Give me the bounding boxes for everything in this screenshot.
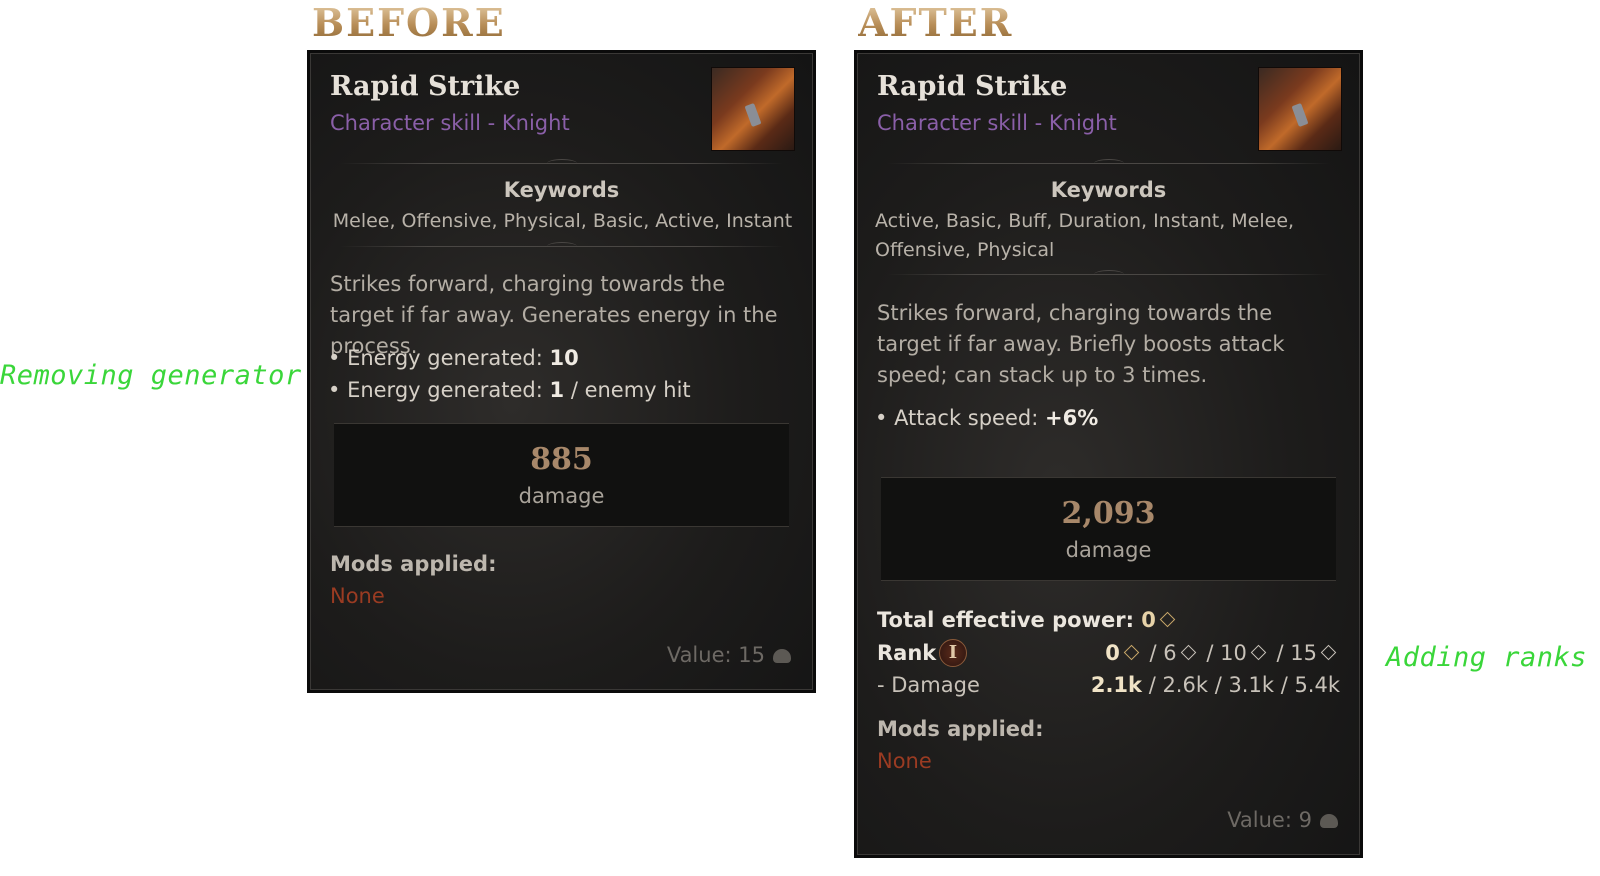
diamond-icon [1123,644,1140,661]
skill-subtitle: Character skill - Knight [330,111,570,135]
rapid-strike-icon [1258,67,1342,151]
divider [887,270,1330,275]
bullet-energy-generated: • Energy generated: 10 [328,346,579,370]
divider [887,159,1330,164]
bullet-attack-speed: • Attack speed: +6% [875,406,1099,430]
rank-row: Rank I 0 / 6 / 10 / 15 [877,639,1340,671]
after-skill-tooltip: Rapid Strike Character skill - Knight Ke… [854,50,1363,858]
keywords-list: Active, Basic, Buff, Duration, Instant, … [875,210,1295,261]
skill-title: Rapid Strike [877,71,1068,102]
coin-icon [773,649,791,663]
rapid-strike-icon [711,67,795,151]
damage-value: 2,093 [1061,496,1156,531]
diamond-icon [1320,644,1337,661]
rank-damage-row: - Damage 2.1k / 2.6k / 3.1k / 5.4k [877,673,1340,697]
keywords-list: Melee, Offensive, Physical, Basic, Activ… [332,210,793,232]
damage-value: 885 [530,442,593,477]
power-diamond-icon [1159,611,1176,628]
total-effective-power-row: Total effective power: 0 [877,608,1340,638]
damage-label: damage [1065,538,1152,562]
after-heading: AFTER [858,0,1014,45]
divider [340,242,783,247]
mods-value: None [877,749,932,773]
mods-heading: Mods applied: [877,717,1044,741]
item-value: Value: 15 [667,643,791,667]
before-skill-tooltip: Rapid Strike Character skill - Knight Ke… [307,50,816,693]
divider [340,159,783,164]
item-value: Value: 9 [1227,808,1338,832]
skill-description: Strikes forward, charging towards the ta… [877,301,1285,387]
damage-box: 2,093 damage [881,477,1336,581]
before-heading: BEFORE [312,0,506,45]
damage-label: damage [518,484,605,508]
diamond-icon [1250,644,1267,661]
rank-badge-icon: I [939,639,967,667]
coin-icon [1320,814,1338,828]
keywords-heading: Keywords [503,178,620,202]
mods-heading: Mods applied: [330,552,497,576]
note-adding-ranks: Adding ranks [1386,642,1588,673]
keywords-heading: Keywords [1050,178,1167,202]
bullet-energy-per-hit: • Energy generated: 1 / enemy hit [328,378,691,402]
skill-subtitle: Character skill - Knight [877,111,1117,135]
diamond-icon [1180,644,1196,661]
rank-damage-values: 2.1k / 2.6k / 3.1k / 5.4k [1090,673,1340,697]
rank-thresholds: 0 / 6 / 10 / 15 [1105,641,1340,665]
damage-box: 885 damage [334,423,789,527]
skill-title: Rapid Strike [330,71,521,102]
note-removing-generator: Removing generator [0,360,302,391]
mods-value: None [330,584,385,608]
